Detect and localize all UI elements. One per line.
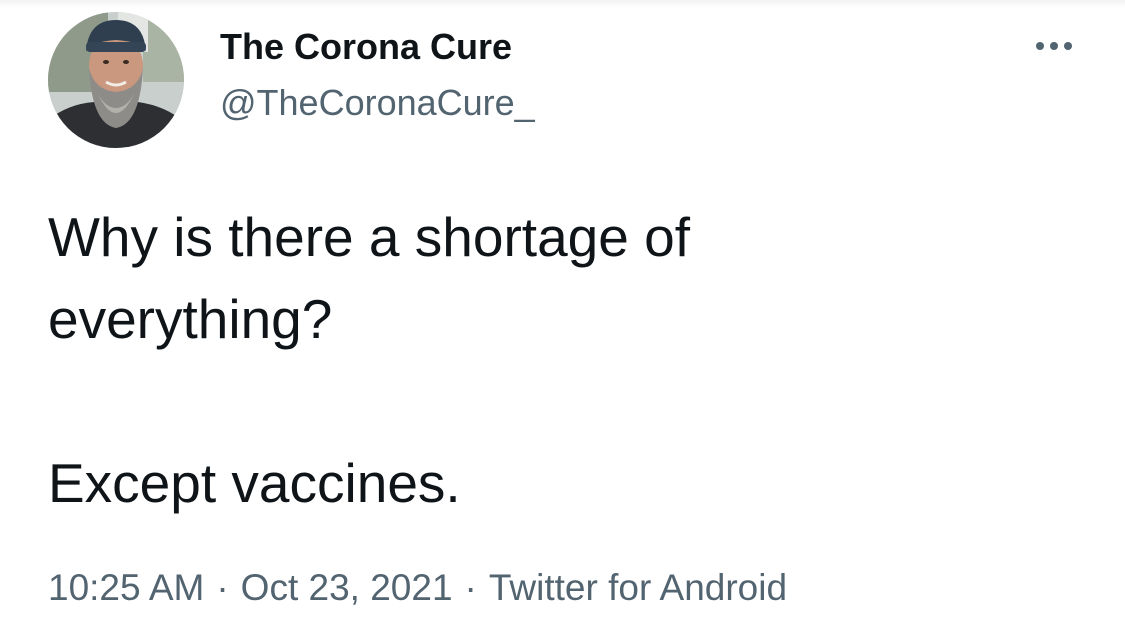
author-avatar[interactable]	[48, 12, 184, 148]
author-handle[interactable]: @TheCoronaCure_	[220, 82, 535, 124]
tweet-date[interactable]: Oct 23, 2021	[241, 567, 453, 608]
more-options-button[interactable]	[1030, 28, 1078, 64]
tweet-text: Why is there a shortage of everything? E…	[48, 196, 1068, 524]
tweet-text-line: Except vaccines.	[48, 452, 461, 514]
more-options-icon	[1036, 42, 1072, 50]
meta-separator: ·	[216, 567, 229, 608]
avatar-photo	[48, 12, 184, 148]
author-display-name[interactable]: The Corona Cure	[220, 26, 512, 68]
tweet-source[interactable]: Twitter for Android	[489, 567, 787, 608]
tweet-text-line: Why is there a shortage of	[48, 206, 690, 268]
tweet-card: The Corona Cure @TheCoronaCure_ Why is t…	[0, 0, 1125, 632]
meta-separator: ·	[464, 567, 477, 608]
tweet-text-line: everything?	[48, 288, 333, 350]
tweet-time[interactable]: 10:25 AM	[48, 567, 204, 608]
tweet-metadata: 10:25 AM · Oct 23, 2021 · Twitter for Androi…	[48, 564, 787, 612]
